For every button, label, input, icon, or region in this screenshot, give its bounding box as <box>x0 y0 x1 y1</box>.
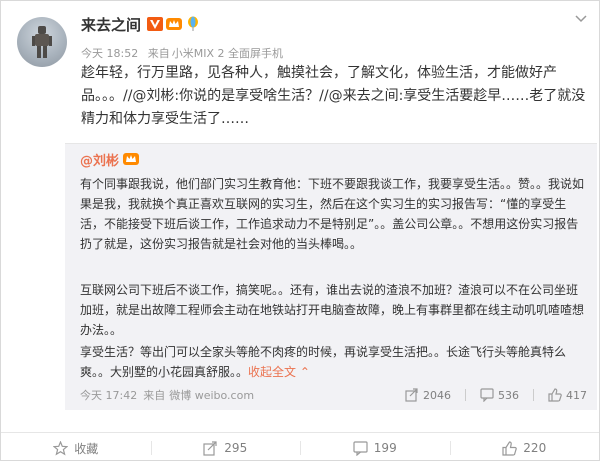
post-source[interactable]: 小米MIX 2 全面屏手机 <box>172 47 283 60</box>
repost-paragraph-1: 有个同事跟我说，他们部门实习生教育他：下班不要跟我谈工作，我要享受生活。。赞。。… <box>80 177 585 251</box>
repost-author-line: @刘彬 <box>80 150 142 169</box>
repost-stats: 2046 536 417 <box>391 388 587 402</box>
post-meta: 今天 18:52 来自 小米MIX 2 全面屏手机 <box>81 45 289 61</box>
repost-source[interactable]: 微博 weibo.com <box>169 387 254 403</box>
crown-icon[interactable] <box>166 16 183 32</box>
post-source-prefix: 来自 <box>147 47 170 60</box>
repost-author-name[interactable]: @刘彬 <box>80 150 119 169</box>
stat-divider <box>533 389 534 401</box>
comment-icon <box>353 440 368 456</box>
verified-v-icon[interactable] <box>147 16 164 32</box>
repost-time[interactable]: 今天 17:42 <box>80 387 137 403</box>
repost-button[interactable]: 295 <box>150 437 301 459</box>
repost-paragraph-2: 互联网公司下班后不谈工作，搞笑呢。。还有，谁出去说的渣浪不加班？渣浪可以不在公司… <box>80 283 585 337</box>
share-icon <box>405 388 418 402</box>
stat-divider <box>465 389 466 401</box>
repost-action-count: 295 <box>224 441 248 455</box>
expand-toggle-link[interactable]: 收起全文 <box>248 365 296 379</box>
repost-stat-share[interactable]: 2046 <box>405 388 451 402</box>
repost-paragraph-3-text: 享受生活？等出门可以全家头等舱不肉疼的时候，再说享受生活把。。长途飞行头等舱真特… <box>80 345 567 379</box>
share-icon <box>203 440 217 456</box>
repost-source-prefix: 来自 <box>143 389 166 402</box>
comment-button[interactable]: 199 <box>300 437 450 459</box>
like-count: 417 <box>566 388 587 402</box>
favorite-label: 收藏 <box>74 441 99 456</box>
post-time[interactable]: 今天 18:52 <box>81 47 138 60</box>
like-icon <box>502 440 518 456</box>
author-name[interactable]: 来去之间 <box>81 14 141 35</box>
weibo-card: 来去之间 今天 18:52 来自 小米MIX 2 全面屏手机 趁年轻，行万里路，见… <box>0 0 600 461</box>
repost-footer: 今天 17:42 来自 微博 weibo.com 2046 536 417 <box>80 386 595 404</box>
repost-stat-comment[interactable]: 536 <box>480 388 519 402</box>
like-button[interactable]: 220 <box>449 437 600 459</box>
like-action-count: 220 <box>523 441 547 455</box>
avatar-robot-icon <box>32 26 52 58</box>
repost-box: @刘彬 有个同事跟我说，他们部门实习生教育他：下班不要跟我谈工作，我要享受生活。… <box>65 143 597 410</box>
repost-paragraph-3: 享受生活？等出门可以全家头等舱不肉疼的时候，再说享受生活把。。长途飞行头等舱真特… <box>80 342 585 382</box>
chevron-up-icon[interactable]: ⌃ <box>296 365 310 379</box>
repost-count: 2046 <box>423 388 451 402</box>
favorite-button[interactable]: 收藏 <box>1 437 151 459</box>
comment-count: 536 <box>498 388 519 402</box>
author-line: 来去之间 <box>81 13 204 35</box>
post-text: 趁年轻，行万里路，见各种人，触摸社会，了解文化，体验生活，才能做好产品。。。//… <box>81 65 586 127</box>
action-bar: 收藏 295 199 220 <box>1 432 599 463</box>
avatar[interactable] <box>17 17 67 67</box>
comment-icon <box>480 388 494 402</box>
star-icon <box>53 440 69 455</box>
like-icon <box>548 388 562 402</box>
comment-action-count: 199 <box>373 441 397 455</box>
chevron-down-icon[interactable] <box>575 15 587 23</box>
crown-icon[interactable] <box>123 151 140 167</box>
repost-stat-like[interactable]: 417 <box>548 388 587 402</box>
balloon-icon[interactable] <box>185 16 201 32</box>
